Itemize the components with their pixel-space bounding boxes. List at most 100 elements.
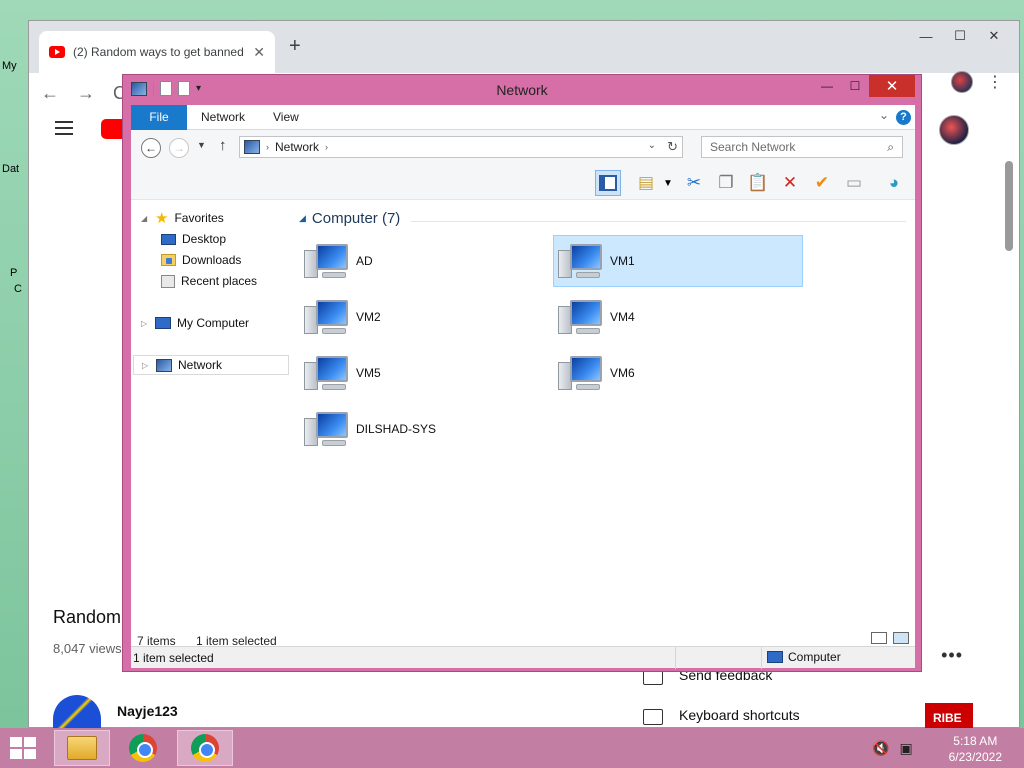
computer-item-vm4[interactable]: VM4: [553, 291, 803, 343]
breadcrumb-network[interactable]: Network: [275, 140, 319, 154]
computer-item-vm5[interactable]: VM5: [299, 347, 549, 399]
video-title: Random: [53, 607, 122, 627]
desktop-icon-label[interactable]: P: [10, 267, 17, 279]
profile-avatar[interactable]: [951, 71, 973, 93]
recent-places-icon: [161, 274, 175, 288]
collapse-group-icon[interactable]: ◢: [299, 213, 306, 224]
address-bar[interactable]: › Network › ⌄ ↻: [239, 136, 683, 158]
status-selection: 1 item selected: [133, 651, 214, 665]
breadcrumb-separator[interactable]: ›: [266, 142, 269, 152]
computer-item-vm2[interactable]: VM2: [299, 291, 549, 343]
forward-button[interactable]: →: [169, 138, 189, 158]
nav-item-network[interactable]: ▷ Network: [133, 355, 289, 375]
back-button[interactable]: ←: [141, 138, 161, 158]
network-icon: [156, 358, 172, 372]
copy-icon[interactable]: ❐: [713, 170, 739, 196]
large-icons-view-icon[interactable]: [893, 632, 909, 644]
network-status-icon[interactable]: ▣: [899, 740, 912, 757]
maximize-button[interactable]: ☐: [943, 25, 977, 47]
nav-item-favorites[interactable]: ◢ ★ Favorites: [141, 208, 224, 228]
cut-icon[interactable]: ✂: [681, 170, 707, 196]
folder-icon: [67, 736, 97, 760]
tab-file[interactable]: File: [131, 105, 187, 130]
paste-icon[interactable]: 📋: [745, 170, 771, 196]
nav-item-downloads[interactable]: Downloads: [161, 250, 241, 270]
computer-icon: [767, 651, 783, 663]
address-dropdown-icon[interactable]: ⌄: [648, 140, 656, 151]
item-label: DILSHAD-SYS: [356, 422, 437, 436]
maximize-button[interactable]: ☐: [841, 75, 869, 97]
subscribe-button[interactable]: RIBE: [925, 703, 973, 729]
layout-icon[interactable]: [595, 170, 621, 196]
minimize-button[interactable]: —: [813, 75, 841, 97]
start-button[interactable]: [10, 737, 38, 759]
speaker-muted-icon[interactable]: 🔇: [872, 740, 889, 757]
desktop-icon-label[interactable]: My: [2, 60, 17, 72]
delete-icon[interactable]: ✕: [777, 170, 803, 196]
taskbar-chrome[interactable]: [115, 730, 171, 766]
tab-network[interactable]: Network: [201, 105, 245, 130]
tab-close-icon[interactable]: ✕: [253, 44, 265, 61]
up-button[interactable]: ↑: [219, 137, 227, 154]
menu-item-keyboard-shortcuts[interactable]: Keyboard shortcuts: [679, 707, 800, 723]
expand-arrow-icon[interactable]: ▷: [141, 319, 149, 328]
minimize-button[interactable]: —: [909, 25, 943, 47]
search-icon[interactable]: ⌕: [887, 140, 894, 155]
new-tab-button[interactable]: +: [289, 35, 301, 58]
taskbar-file-explorer[interactable]: [54, 730, 110, 766]
status-divider: [675, 647, 676, 669]
desktop-icon-label[interactable]: Dat: [2, 163, 19, 175]
close-button[interactable]: ✕: [977, 25, 1011, 47]
hamburger-menu-icon[interactable]: [55, 121, 73, 135]
status-bar: 1 item selected Computer: [131, 646, 915, 669]
computer-item-vm1[interactable]: VM1: [553, 235, 803, 287]
chrome-tab[interactable]: (2) Random ways to get banned ✕: [39, 31, 275, 73]
item-label: VM5: [356, 366, 381, 380]
search-placeholder: Search Network: [710, 140, 796, 154]
tab-view[interactable]: View: [273, 105, 299, 130]
expand-arrow-icon[interactable]: ◢: [141, 214, 149, 223]
computer-icon: [558, 296, 604, 338]
group-header[interactable]: ◢ Computer (7): [299, 210, 400, 227]
clock[interactable]: 5:18 AM 6/23/2022: [949, 733, 1002, 765]
item-label: VM2: [356, 310, 381, 324]
youtube-account-avatar[interactable]: [939, 115, 969, 145]
taskbar-chrome-active[interactable]: [177, 730, 233, 766]
refresh-icon[interactable]: ↻: [667, 139, 678, 155]
explorer-window: ▾ Network — ☐ ✕ File Network View ⌄ ? ← …: [122, 74, 922, 672]
explorer-titlebar[interactable]: ▾ Network — ☐ ✕: [123, 75, 921, 105]
kebab-menu-icon[interactable]: ⋮: [987, 72, 1003, 92]
channel-name[interactable]: Nayje123: [117, 703, 178, 719]
computer-item-ad[interactable]: AD: [299, 235, 549, 287]
chrome-toolbar-right: ⋮: [951, 71, 1003, 93]
chrome-tab-title: (2) Random ways to get banned: [73, 45, 244, 59]
window-title: Network: [496, 82, 548, 98]
more-actions-button[interactable]: •••: [941, 645, 963, 666]
computer-item-dilshad-sys[interactable]: DILSHAD-SYS: [299, 403, 549, 455]
back-button[interactable]: ←: [41, 83, 59, 104]
desktop-icon-label[interactable]: C: [14, 283, 22, 295]
rename-icon[interactable]: ▭: [841, 170, 867, 196]
command-bar: ▤ ▼ ✂ ❐ 📋 ✕ ✔ ▭ ◕: [131, 166, 915, 200]
search-input[interactable]: Search Network ⌕: [701, 136, 903, 158]
forward-button[interactable]: →: [77, 83, 95, 104]
help-icon[interactable]: ?: [896, 110, 911, 125]
dropdown-arrow-icon[interactable]: ▼: [655, 170, 681, 196]
channel-avatar[interactable]: [53, 695, 101, 729]
close-button[interactable]: ✕: [869, 75, 915, 97]
chevron-down-icon[interactable]: ⌄: [879, 108, 889, 122]
nav-item-desktop[interactable]: Desktop: [161, 229, 226, 249]
check-icon[interactable]: ✔: [809, 170, 835, 196]
expand-arrow-icon[interactable]: ▷: [142, 361, 150, 370]
explorer-body: ← → ▼ ↑ › Network › ⌄ ↻ Search Network ⌕…: [131, 130, 915, 669]
details-view-icon[interactable]: [871, 632, 887, 644]
scrollbar-thumb[interactable]: [1005, 161, 1013, 251]
nav-item-my-computer[interactable]: ▷ My Computer: [141, 313, 249, 333]
nav-item-recent-places[interactable]: Recent places: [161, 271, 257, 291]
computer-item-vm6[interactable]: VM6: [553, 347, 803, 399]
network-icon: [244, 140, 260, 154]
chrome-icon: [191, 734, 219, 762]
recent-locations-icon[interactable]: ▼: [197, 140, 206, 150]
breadcrumb-separator[interactable]: ›: [325, 142, 328, 152]
globe-icon[interactable]: ◕: [881, 170, 907, 196]
